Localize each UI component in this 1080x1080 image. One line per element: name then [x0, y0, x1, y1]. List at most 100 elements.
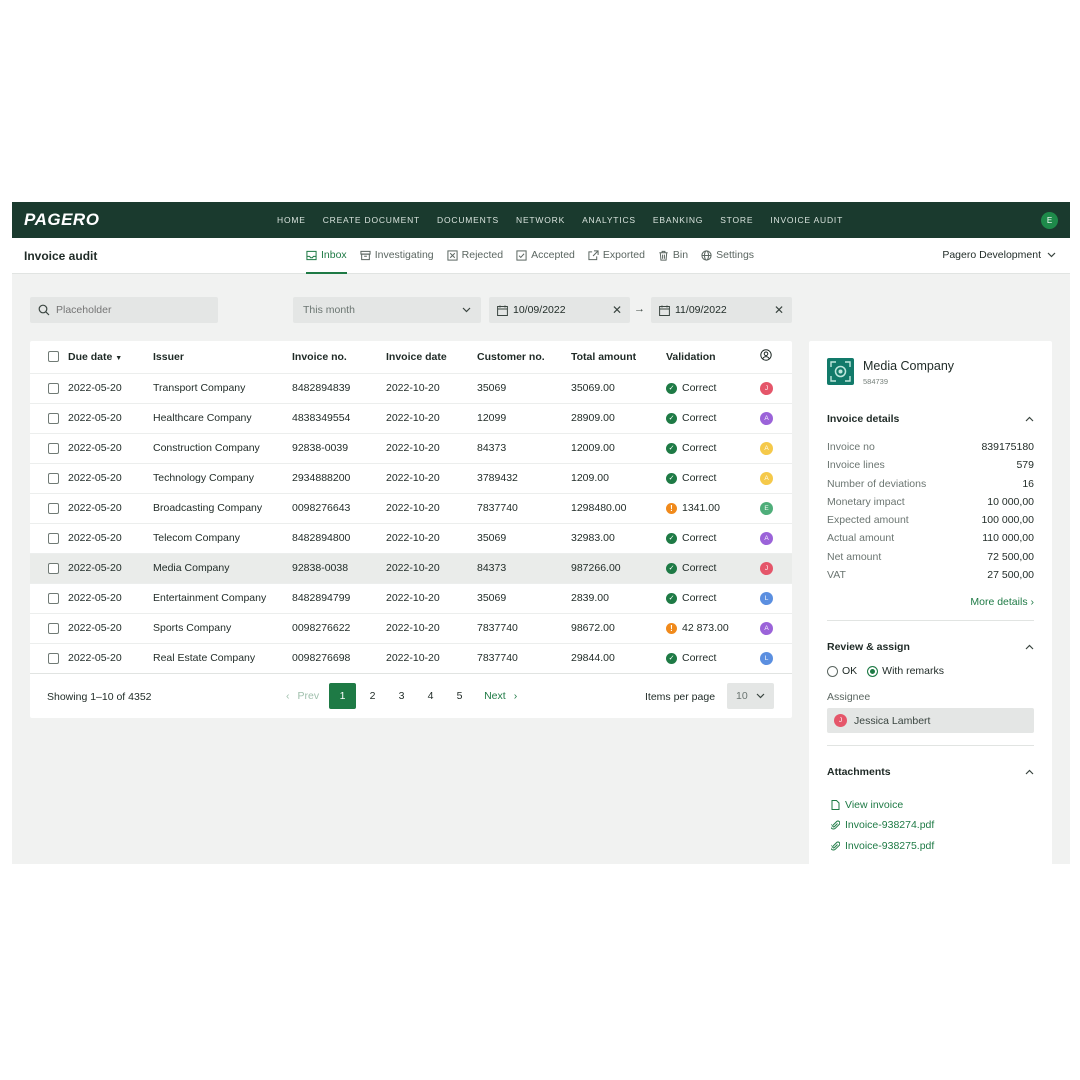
row-checkbox[interactable]: [48, 562, 59, 574]
search-input[interactable]: [56, 304, 206, 316]
table-row[interactable]: 2022-05-20 Real Estate Company 0098276698 2…: [30, 642, 792, 673]
assignee-avatar[interactable]: A: [760, 411, 773, 425]
assignee-avatar[interactable]: A: [760, 471, 773, 485]
radio-ok[interactable]: OK: [827, 665, 857, 677]
invoice-details-header[interactable]: Invoice details: [827, 413, 1034, 425]
attachments-header[interactable]: Attachments: [827, 766, 1034, 778]
assignee-field[interactable]: J Jessica Lambert: [827, 708, 1034, 734]
radio-with-remarks[interactable]: With remarks: [867, 665, 944, 677]
assignee-cell: L: [760, 642, 792, 673]
tab-inbox[interactable]: Inbox: [306, 238, 347, 274]
row-checkbox[interactable]: [48, 502, 59, 514]
tab-accepted[interactable]: Accepted: [516, 238, 575, 274]
clear-icon[interactable]: ✕: [774, 303, 784, 317]
row-select-cell: [30, 582, 68, 613]
invoice-no-cell: 8482894799: [292, 582, 386, 613]
more-details-link[interactable]: More details ›: [827, 596, 1034, 622]
page-3-button[interactable]: 3: [387, 683, 416, 709]
organization-select[interactable]: Pagero Development: [942, 249, 1056, 261]
pagero-logo[interactable]: PAGERO: [24, 210, 99, 230]
next-page-button[interactable]: Next ›: [484, 683, 517, 709]
row-checkbox[interactable]: [48, 412, 59, 424]
search-box: [30, 297, 218, 323]
row-checkbox[interactable]: [48, 472, 59, 484]
row-checkbox[interactable]: [48, 382, 59, 394]
invoice-date-cell: 2022-10-20: [386, 372, 477, 403]
items-per-page-select[interactable]: 10: [727, 683, 774, 709]
clear-icon[interactable]: ✕: [612, 303, 622, 317]
tab-exported[interactable]: Exported: [588, 238, 645, 274]
assignee-avatar[interactable]: J: [760, 561, 773, 575]
select-all-checkbox[interactable]: [48, 351, 59, 363]
table-row[interactable]: 2022-05-20 Sports Company 0098276622 2022-1…: [30, 612, 792, 643]
table-row[interactable]: 2022-05-20 Technology Company 2934888200 20…: [30, 462, 792, 493]
validation-status: ! 1341.00: [666, 502, 760, 514]
header-due-date[interactable]: Due date ▼: [68, 341, 153, 373]
row-checkbox[interactable]: [48, 622, 59, 634]
chevron-left-icon: ‹: [286, 690, 290, 702]
total-amount-cell: 98672.00: [571, 612, 666, 643]
tab-rejected[interactable]: Rejected: [447, 238, 503, 274]
nav-documents[interactable]: DOCUMENTS: [437, 215, 499, 225]
table-row[interactable]: 2022-05-20 Entertainment Company 848289479…: [30, 582, 792, 613]
table-row[interactable]: 2022-05-20 Transport Company 8482894839 202…: [30, 372, 792, 403]
nav-create-document[interactable]: CREATE DOCUMENT: [323, 215, 420, 225]
assignee-avatar[interactable]: L: [760, 651, 773, 665]
assignee-avatar[interactable]: E: [760, 501, 773, 515]
date-to-field[interactable]: 11/09/2022 ✕: [651, 297, 792, 323]
review-assign-header[interactable]: Review & assign: [827, 641, 1034, 653]
row-checkbox[interactable]: [48, 532, 59, 544]
header-invoice-date[interactable]: Invoice date: [386, 341, 477, 373]
tab-bin[interactable]: Bin: [658, 238, 688, 274]
header-invoice-no[interactable]: Invoice no.: [292, 341, 386, 373]
table-row[interactable]: 2022-05-20 Media Company 92838-0038 2022-10…: [30, 552, 792, 583]
nav-invoice-audit[interactable]: INVOICE AUDIT: [770, 215, 843, 225]
view-invoice-link[interactable]: View invoice: [827, 794, 1034, 815]
row-checkbox[interactable]: [48, 592, 59, 604]
nav-analytics[interactable]: ANALYTICS: [582, 215, 636, 225]
row-checkbox[interactable]: [48, 442, 59, 454]
detail-key: Number of deviations: [827, 477, 927, 490]
period-select[interactable]: This month: [293, 297, 481, 323]
assignee-avatar[interactable]: A: [760, 441, 773, 455]
customer-no-cell: 84373: [477, 552, 571, 583]
page-2-button[interactable]: 2: [358, 683, 387, 709]
nav-home[interactable]: HOME: [277, 215, 306, 225]
row-select-cell: [30, 462, 68, 493]
table-row[interactable]: 2022-05-20 Healthcare Company 4838349554 20…: [30, 402, 792, 433]
header-customer-no[interactable]: Customer no.: [477, 341, 571, 373]
due-date-cell: 2022-05-20: [68, 402, 153, 433]
check-circle-icon: ✓: [666, 532, 677, 544]
assignee-avatar[interactable]: L: [760, 591, 773, 605]
header-issuer[interactable]: Issuer: [153, 341, 292, 373]
assignee-avatar[interactable]: A: [760, 531, 773, 545]
nav-network[interactable]: NETWORK: [516, 215, 565, 225]
attachment-link[interactable]: Invoice-938274.pdf: [827, 815, 1034, 836]
divider: [827, 745, 1034, 747]
tab-investigating[interactable]: Investigating: [360, 238, 434, 274]
date-from-field[interactable]: 10/09/2022 ✕: [489, 297, 630, 323]
page-5-button[interactable]: 5: [445, 683, 474, 709]
prev-page-button[interactable]: ‹ Prev: [286, 683, 319, 709]
assignee-cell: A: [760, 402, 792, 433]
nav-ebanking[interactable]: EBANKING: [653, 215, 703, 225]
assignee-avatar[interactable]: J: [760, 381, 773, 395]
header-label: Due date: [68, 350, 113, 363]
assignee-cell: A: [760, 522, 792, 553]
assignee-avatar[interactable]: A: [760, 621, 773, 635]
table-row[interactable]: 2022-05-20 Telecom Company 8482894800 2022-…: [30, 522, 792, 553]
header-validation[interactable]: Validation: [666, 341, 760, 373]
header-total-amount[interactable]: Total amount: [571, 341, 666, 373]
page-4-button[interactable]: 4: [416, 683, 445, 709]
tab-settings[interactable]: Settings: [701, 238, 754, 274]
table-row[interactable]: 2022-05-20 Broadcasting Company 0098276643…: [30, 492, 792, 523]
nav-store[interactable]: STORE: [720, 215, 753, 225]
row-checkbox[interactable]: [48, 652, 59, 664]
page-1-button[interactable]: 1: [329, 683, 357, 709]
user-avatar[interactable]: E: [1041, 212, 1058, 229]
assignee-cell: A: [760, 612, 792, 643]
detail-row: Net amount 72 500,00: [827, 551, 1034, 569]
attachment-link[interactable]: Invoice-938275.pdf: [827, 836, 1034, 857]
validation-cell: ✓ Correct: [666, 582, 760, 613]
table-row[interactable]: 2022-05-20 Construction Company 92838-0039…: [30, 432, 792, 463]
